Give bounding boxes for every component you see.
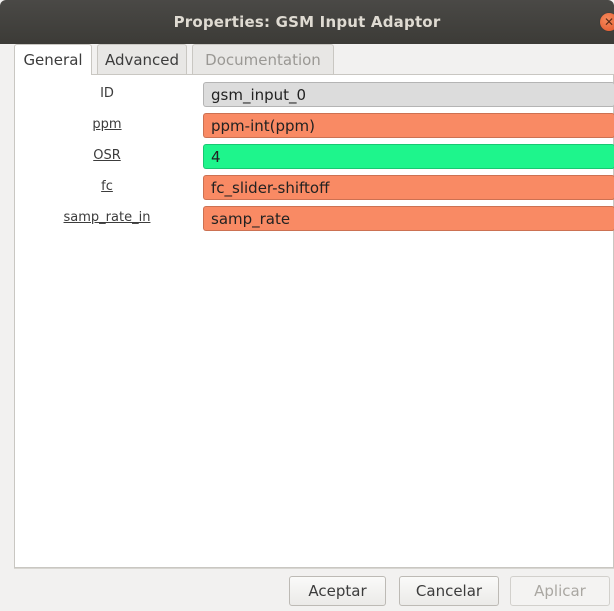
title-bar[interactable]: Properties: GSM Input Adaptor ✕	[0, 0, 614, 44]
param-field-fc[interactable]	[203, 175, 614, 200]
param-field-ppm[interactable]	[203, 113, 614, 138]
accept-button[interactable]: Aceptar	[289, 576, 386, 606]
apply-button: Aplicar	[510, 576, 610, 606]
close-icon[interactable]: ✕	[600, 13, 614, 31]
param-field-osr[interactable]	[203, 144, 614, 169]
footer-divider	[14, 568, 614, 569]
param-row-fc: fc	[15, 172, 614, 202]
tab-advanced[interactable]: Advanced	[97, 44, 187, 74]
param-label-fc[interactable]: fc	[15, 172, 199, 202]
param-field-id[interactable]	[203, 82, 614, 107]
window-title: Properties: GSM Input Adaptor	[173, 13, 441, 31]
tab-general[interactable]: General	[14, 44, 92, 75]
param-label-id: ID	[100, 86, 114, 101]
general-panel: ID ppm OSR fc samp_rate_in	[14, 74, 614, 568]
cancel-button[interactable]: Cancelar	[399, 576, 499, 606]
param-label-ppm[interactable]: ppm	[15, 110, 199, 140]
properties-dialog: Properties: GSM Input Adaptor ✕ General …	[0, 0, 614, 611]
param-row-samp-rate-in: samp_rate_in	[15, 203, 614, 233]
param-label-osr[interactable]: OSR	[15, 141, 199, 171]
param-label-samp-rate-in[interactable]: samp_rate_in	[15, 203, 199, 233]
param-field-samp-rate-in[interactable]	[203, 206, 614, 231]
param-row-osr: OSR	[15, 141, 614, 171]
param-row-id: ID	[15, 79, 614, 109]
tab-documentation: Documentation	[192, 44, 334, 74]
param-row-ppm: ppm	[15, 110, 614, 140]
